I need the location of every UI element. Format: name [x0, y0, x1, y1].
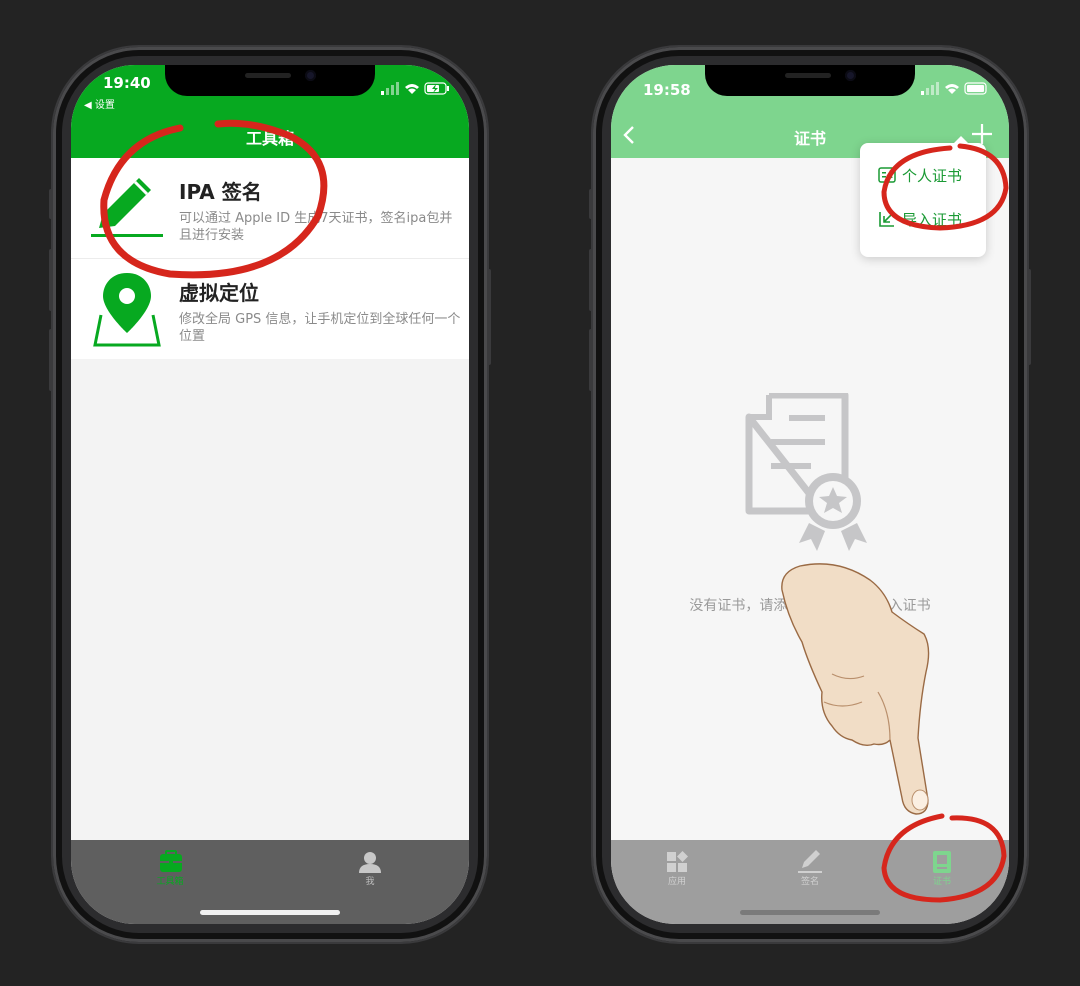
annotation-circle-ipa — [100, 119, 328, 279]
annotation-circle-personal-cert — [881, 143, 1009, 231]
notch — [165, 65, 375, 96]
annotation-circle-cert-tab — [881, 813, 1007, 903]
annotation-overlay — [100, 119, 1009, 903]
notch — [705, 65, 915, 96]
